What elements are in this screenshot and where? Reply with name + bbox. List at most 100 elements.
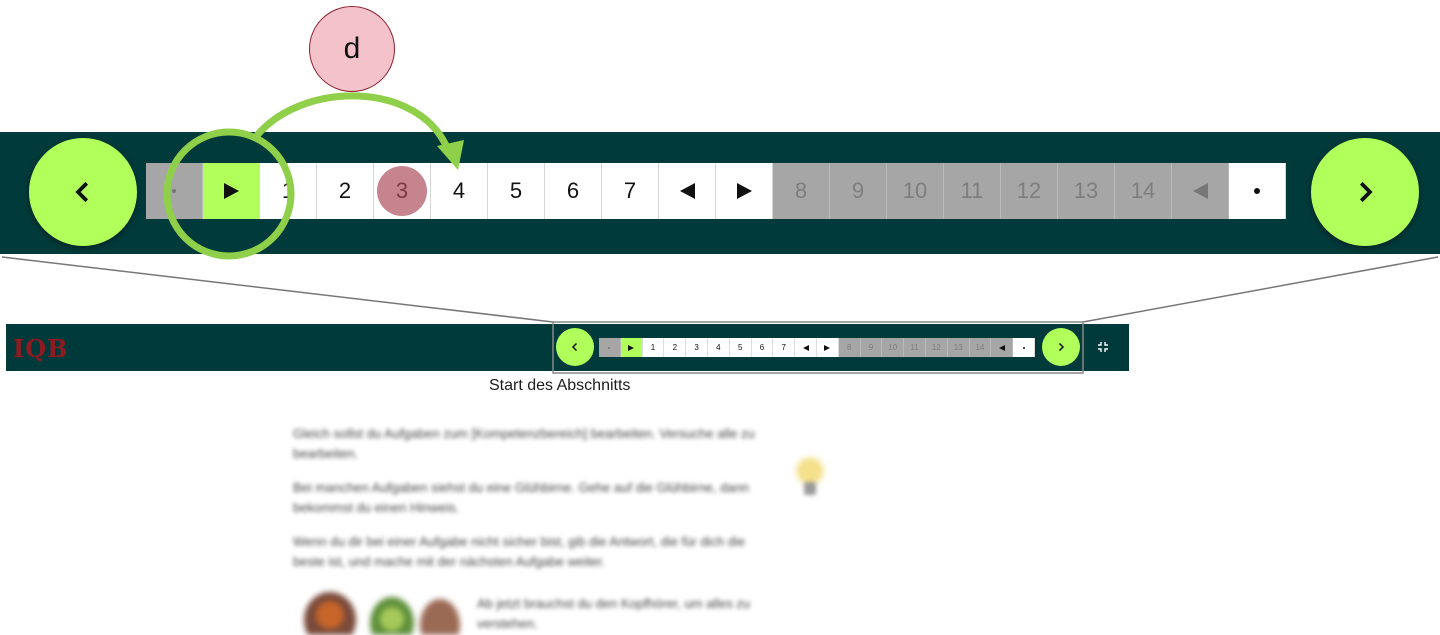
header-page-button-13[interactable]: 13 [947,338,970,357]
zoom-connector-right [1082,256,1439,323]
page-number-label: 6 [566,178,580,203]
chevron-right-icon [1058,342,1065,352]
section-back-button[interactable] [1172,163,1229,219]
header-section-forward-button[interactable] [620,338,643,357]
section-back-button[interactable] [659,163,716,219]
reverse-icon [998,344,1005,351]
page-number-label: 2 [338,178,352,203]
header-page-button-7[interactable]: 7 [773,338,796,357]
previous-page-button[interactable] [29,138,137,246]
section-forward-button[interactable] [716,163,773,219]
dot-icon [1254,188,1260,194]
dot-icon [608,346,611,349]
header-page-strip: 1 2 3 4 5 6 7 8 9 10 11 12 13 14 [599,338,1035,357]
page-button-11[interactable]: 11 [944,163,1001,219]
page-number-label: 13 [1073,178,1099,203]
instruction-paragraph: Bei manchen Aufgaben siehst du eine Glüh… [293,480,750,515]
header-page-button-4[interactable]: 4 [707,338,730,357]
page-number-label: 7 [781,343,786,352]
page-button-5[interactable]: 5 [488,163,545,219]
section-forward-button[interactable] [203,163,260,219]
instruction-paragraph: Wenn du dir bei einer Aufgabe nicht sich… [293,534,746,569]
page-button-3[interactable]: 3 [374,163,431,219]
header-section-forward-button[interactable] [816,338,839,357]
page-button-9[interactable]: 9 [830,163,887,219]
page-button-2[interactable]: 2 [317,163,374,219]
exit-fullscreen-icon[interactable] [1097,341,1109,353]
header-page-button-10[interactable]: 10 [882,338,905,357]
page-number-label: 10 [902,178,928,203]
lightbulb-icon[interactable] [792,455,828,503]
page-button-10[interactable]: 10 [887,163,944,219]
app-header: IQB 1 2 3 4 5 6 7 8 9 10 11 12 13 14 [6,324,1129,371]
page-number-label: 5 [737,343,743,352]
annotation-bubble: d [309,6,395,92]
page-button-4[interactable]: 4 [431,163,488,219]
header-page-button-2[interactable]: 2 [664,338,687,357]
dot-icon [172,189,176,193]
page-number-label: 12 [931,343,941,352]
section-start-dot-button[interactable] [146,163,203,219]
header-section-back-button[interactable] [991,338,1014,357]
header-section-end-dot-button[interactable] [1013,338,1035,357]
header-page-button-9[interactable]: 9 [860,338,883,357]
page-number-label: 12 [1016,178,1042,203]
header-page-button-8[interactable]: 8 [838,338,861,357]
page-button-7[interactable]: 7 [602,163,659,219]
header-section-back-button[interactable] [795,338,817,357]
header-page-button-6[interactable]: 6 [751,338,774,357]
header-section-start-dot-button[interactable] [599,338,621,357]
section-end-dot-button[interactable] [1229,163,1286,219]
page-number-label: 8 [846,343,852,352]
page-number-label: 1 [281,178,295,203]
iqb-logo: IQB [13,334,69,363]
page-number-label: 7 [623,178,637,203]
header-page-button-11[interactable]: 11 [904,338,926,357]
page-number-label: 11 [910,343,919,352]
chevron-right-icon [1359,181,1373,203]
page-number-label: 14 [975,343,985,352]
page-number-label: 4 [716,343,721,352]
current-page-marker: 3 [377,166,427,216]
page-number-label: 6 [759,343,765,352]
page-number-label: 4 [452,178,466,203]
play-icon [824,344,831,351]
page-number-label: 3 [694,343,699,352]
page-button-13[interactable]: 13 [1058,163,1115,219]
reverse-icon [679,183,695,199]
page-number-label: 13 [953,343,963,352]
audio-hint-text: Ab jetzt brauchst du den Kopfhörer, um a… [477,596,751,631]
zoom-connector-left [1,256,554,323]
instruction-text: Gleich sollst du Aufgaben zum [Kompetenz… [293,424,773,586]
page-button-6[interactable]: 6 [545,163,602,219]
page-number-label: 5 [509,178,523,203]
page-button-8[interactable]: 8 [773,163,830,219]
page-number-label: 14 [1130,178,1156,203]
page-number-label: 2 [672,343,678,352]
page-button-14[interactable]: 14 [1115,163,1172,219]
play-icon [223,183,239,199]
header-page-button-14[interactable]: 14 [969,338,992,357]
page-number-label: 11 [960,178,984,203]
header-page-button-1[interactable]: 1 [642,338,665,357]
header-page-button-5[interactable]: 5 [729,338,752,357]
zoomed-navigation-bar: 1 2 3 4 5 6 7 8 9 10 11 12 13 14 [0,132,1440,254]
instruction-paragraph: Gleich sollst du Aufgaben zum [Kompetenz… [293,426,755,461]
play-icon [736,183,752,199]
reverse-icon [802,344,809,351]
page-number-label: 8 [794,178,808,203]
header-next-button[interactable] [1042,328,1080,366]
page-number-label: 9 [868,343,874,352]
page-number-label: 9 [851,178,865,203]
chevron-left-icon [571,342,578,352]
page-number-label: 1 [650,343,656,352]
page-button-1[interactable]: 1 [260,163,317,219]
header-page-button-12[interactable]: 12 [925,338,948,357]
page-button-12[interactable]: 12 [1001,163,1058,219]
header-previous-button[interactable] [556,328,594,366]
zoomed-page-strip: 1 2 3 4 5 6 7 8 9 10 11 12 13 14 [146,163,1286,219]
section-label: Start des Abschnitts [489,377,631,394]
chevron-left-icon [75,181,89,203]
header-page-button-3[interactable]: 3 [686,338,708,357]
next-page-button[interactable] [1311,138,1419,246]
